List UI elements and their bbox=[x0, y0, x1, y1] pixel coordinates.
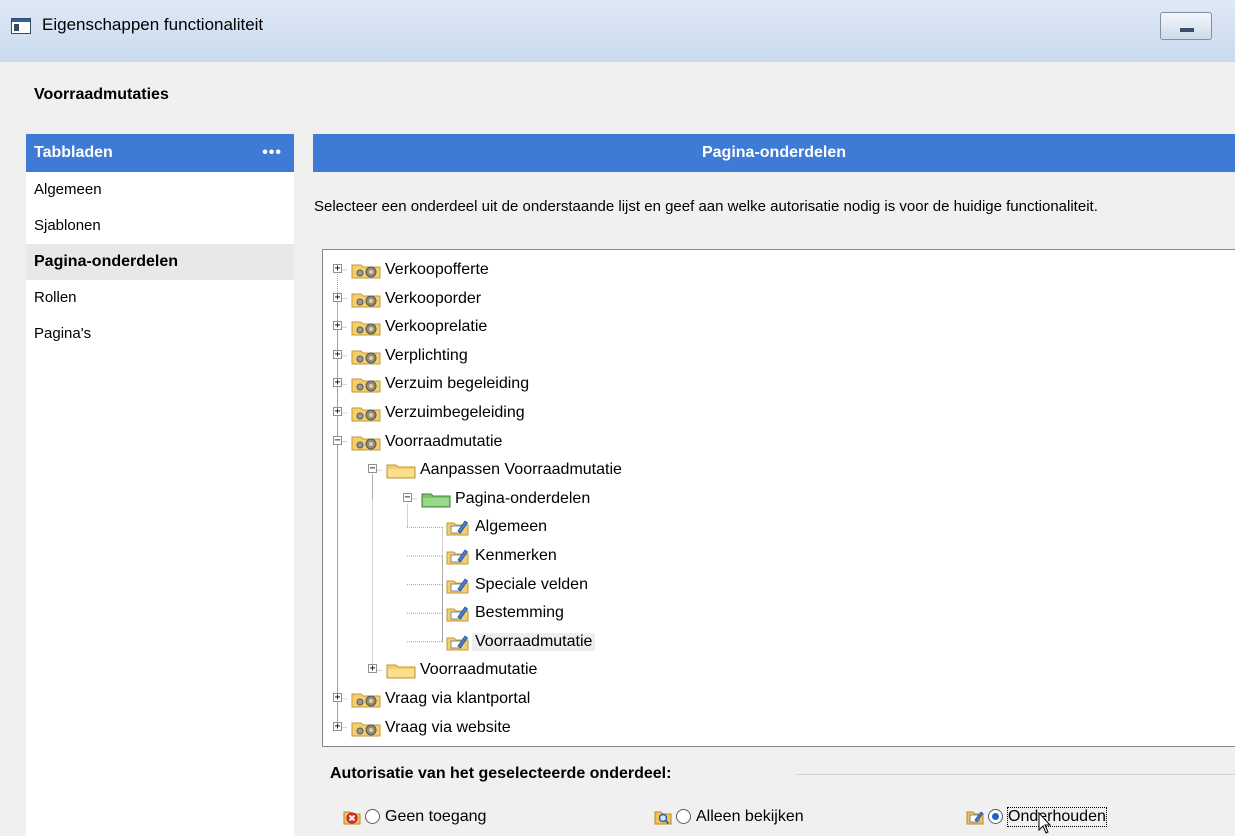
tree-node[interactable]: + Voorraadmutatie bbox=[323, 657, 1235, 683]
tree-node-label: Aanpassen Voorraadmutatie bbox=[420, 461, 622, 479]
tree-node-label: Speciale velden bbox=[475, 575, 588, 593]
page-title: Voorraadmutaties bbox=[34, 86, 169, 103]
collapse-icon[interactable]: − bbox=[403, 492, 412, 502]
folder-gear-icon bbox=[351, 433, 381, 455]
folder-gear-icon bbox=[351, 404, 381, 426]
tree-node[interactable]: Speciale velden bbox=[323, 572, 1235, 598]
separator-line bbox=[796, 774, 1235, 775]
tree-node[interactable]: Bestemming bbox=[323, 600, 1235, 626]
tree-node-label: Vraag via klantportal bbox=[385, 690, 531, 707]
tree-view[interactable]: + Verkoopofferte + Verkooporder + Verkooprela… bbox=[322, 249, 1235, 747]
tree-node[interactable]: Voorraadmutatie bbox=[323, 629, 1235, 655]
authorization-title: Autorisatie van het geselecteerde onderd… bbox=[330, 765, 672, 782]
edit-icon bbox=[966, 811, 984, 825]
tree-node[interactable]: + Verzuim begeleiding bbox=[323, 371, 1235, 397]
edit-page-icon bbox=[446, 518, 470, 540]
tree-node-label: Algemeen bbox=[475, 518, 548, 536]
collapse-icon[interactable]: − bbox=[333, 435, 342, 445]
tree-node[interactable]: − Aanpassen Voorraadmutatie bbox=[323, 457, 1235, 483]
app-icon bbox=[11, 18, 31, 34]
tree-node-label: Pagina-onderdelen bbox=[455, 489, 591, 507]
tree-node[interactable]: − Pagina-onderdelen bbox=[323, 486, 1235, 512]
radio-label: Onderhouden bbox=[1007, 807, 1107, 827]
mouse-cursor-icon bbox=[1038, 812, 1052, 834]
expand-icon[interactable]: + bbox=[333, 321, 342, 331]
tree-node[interactable]: + Verkoopofferte bbox=[323, 257, 1235, 283]
radio-label: Geen toegang bbox=[385, 808, 487, 825]
window-title: Eigenschappen functionaliteit bbox=[42, 15, 264, 34]
window-titlebar: Eigenschappen functionaliteit bbox=[0, 0, 1235, 62]
tree-node[interactable]: Algemeen bbox=[323, 514, 1235, 540]
tree-node-label: Voorraadmutatie bbox=[472, 632, 596, 651]
sidebar-item-paginas[interactable]: Pagina's bbox=[26, 316, 294, 352]
green-folder-icon bbox=[421, 490, 451, 512]
expand-icon[interactable]: + bbox=[368, 664, 377, 674]
folder-gear-icon bbox=[351, 690, 381, 712]
tree-node-label: Verkooprelatie bbox=[385, 318, 488, 336]
tree-node[interactable]: + Verkooprelatie bbox=[323, 314, 1235, 340]
folder-icon bbox=[386, 661, 416, 683]
tabs-header: Tabbladen ••• bbox=[26, 134, 294, 172]
edit-page-icon bbox=[446, 604, 470, 626]
sidebar-item-sjablonen[interactable]: Sjablonen bbox=[26, 208, 294, 244]
minimize-button[interactable] bbox=[1160, 12, 1212, 40]
collapse-icon[interactable]: − bbox=[368, 464, 377, 474]
tree-node[interactable]: + Vraag via klantportal bbox=[323, 686, 1235, 712]
radio-button[interactable] bbox=[365, 809, 380, 824]
edit-page-icon bbox=[446, 547, 470, 569]
folder-gear-icon bbox=[351, 347, 381, 369]
no-access-icon bbox=[343, 811, 361, 825]
expand-icon[interactable]: + bbox=[333, 264, 342, 274]
expand-icon[interactable]: + bbox=[333, 721, 342, 731]
radio-label: Alleen bekijken bbox=[696, 808, 804, 825]
folder-gear-icon bbox=[351, 719, 381, 741]
tree-node-label: Voorraadmutatie bbox=[385, 432, 503, 450]
tree-node-label: Verplichting bbox=[385, 346, 468, 364]
radio-button[interactable] bbox=[676, 809, 691, 824]
tree-node-label: Verzuimbegeleiding bbox=[385, 404, 525, 421]
expand-icon[interactable]: + bbox=[333, 349, 342, 359]
instruction-text: Selecteer een onderdeel uit de onderstaa… bbox=[314, 198, 1098, 215]
tree-node-label: Verzuim begeleiding bbox=[385, 375, 530, 393]
folder-gear-icon bbox=[351, 290, 381, 312]
tree-node-label: Voorraadmutatie bbox=[420, 661, 538, 679]
radio-button[interactable] bbox=[988, 809, 1003, 824]
tree-node[interactable]: + Verplichting bbox=[323, 343, 1235, 369]
expand-icon[interactable]: + bbox=[333, 292, 342, 302]
minimize-icon bbox=[1180, 28, 1194, 32]
tree-node[interactable]: + Verzuimbegeleiding bbox=[323, 400, 1235, 426]
tree-node[interactable]: + Vraag via website bbox=[323, 715, 1235, 741]
expand-icon[interactable]: + bbox=[333, 407, 342, 417]
tree-node-label: Verkoopofferte bbox=[385, 261, 489, 278]
expand-icon[interactable]: + bbox=[333, 693, 342, 703]
expand-icon[interactable]: + bbox=[333, 378, 342, 388]
tree-node-label: Vraag via website bbox=[385, 718, 511, 736]
sidebar-item-algemeen[interactable]: Algemeen bbox=[26, 172, 294, 208]
folder-gear-icon bbox=[351, 318, 381, 340]
edit-page-icon bbox=[446, 633, 470, 655]
section-header: Pagina-onderdelen bbox=[313, 134, 1235, 172]
view-icon bbox=[654, 811, 672, 825]
tree-node[interactable]: − Voorraadmutatie bbox=[323, 429, 1235, 455]
tree-node-label: Kenmerken bbox=[475, 547, 557, 564]
edit-page-icon bbox=[446, 576, 470, 598]
tabs-title: Tabbladen bbox=[34, 144, 113, 161]
sidebar-item-pagina-onderdelen[interactable]: Pagina-onderdelen bbox=[26, 244, 294, 280]
folder-gear-icon bbox=[351, 375, 381, 397]
folder-gear-icon bbox=[351, 261, 381, 283]
tree-node-label: Verkooporder bbox=[385, 289, 482, 307]
tabs-sidebar: Tabbladen ••• Algemeen Sjablonen Pagina-… bbox=[26, 134, 294, 836]
tree-node[interactable]: Kenmerken bbox=[323, 543, 1235, 569]
folder-icon bbox=[386, 461, 416, 483]
more-options-icon[interactable]: ••• bbox=[262, 134, 282, 172]
sidebar-item-rollen[interactable]: Rollen bbox=[26, 280, 294, 316]
tree-node-label: Bestemming bbox=[475, 604, 564, 622]
tree-node[interactable]: + Verkooporder bbox=[323, 286, 1235, 312]
